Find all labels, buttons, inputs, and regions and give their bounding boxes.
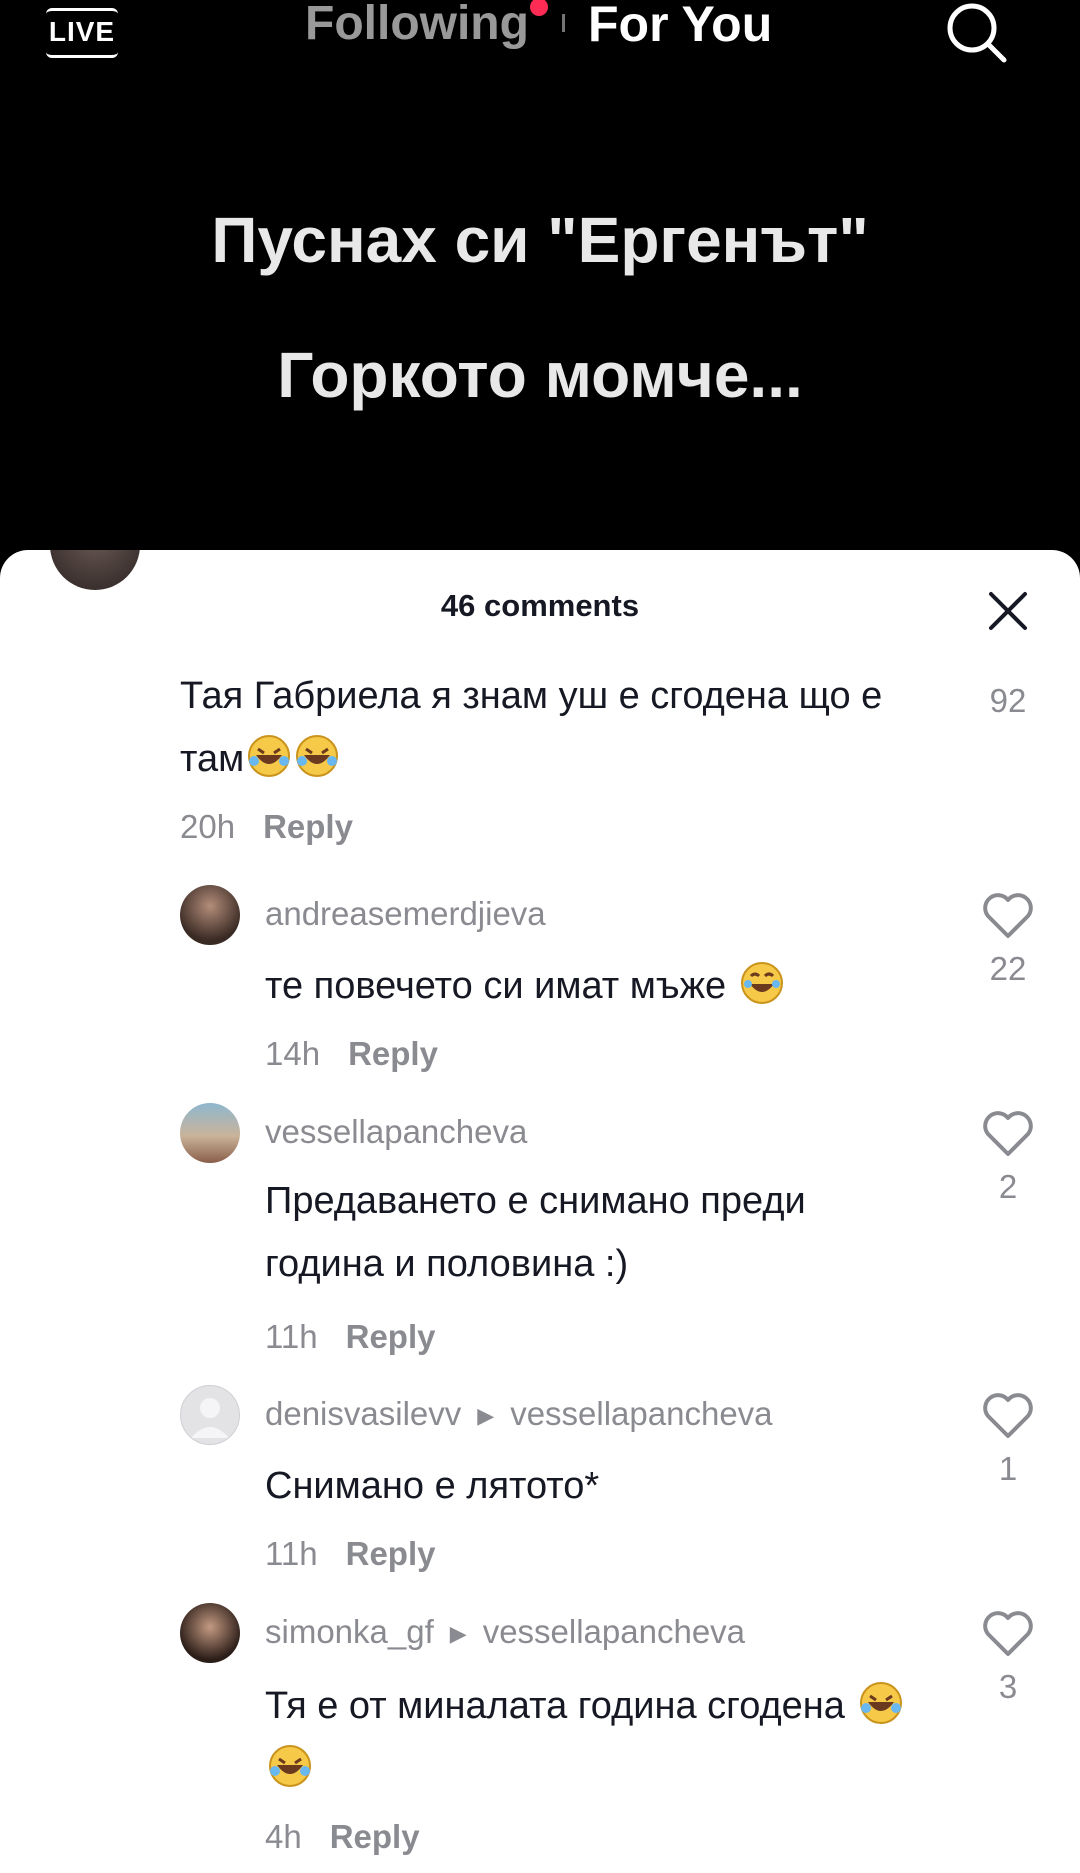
reply-button[interactable]: Reply: [330, 1818, 420, 1855]
like-count: 92: [989, 682, 1027, 719]
comment-username: denisvasilevv ▶ vessellapancheva: [265, 1395, 773, 1433]
avatar[interactable]: [180, 1385, 240, 1445]
avatar[interactable]: [180, 1603, 240, 1663]
avatar[interactable]: [180, 885, 240, 945]
comment-time: 11h: [265, 1535, 318, 1572]
comments-sheet: 46 comments Тая Габриела я знам уш е сго…: [0, 550, 1080, 1873]
tears-of-joy-emoji-icon: [740, 962, 783, 1004]
heart-icon[interactable]: [980, 1108, 1036, 1158]
comment-username[interactable]: andreasemerdjieva: [265, 895, 546, 933]
comment-username: simonka_gf ▶ vessellapancheva: [265, 1613, 745, 1651]
reply-button[interactable]: Reply: [348, 1035, 438, 1072]
comments-count-title: 46 comments: [440, 588, 640, 623]
laughing-emoji-icon: [248, 735, 291, 777]
tab-divider: [562, 14, 565, 32]
comment-username[interactable]: vessellapancheva: [265, 1113, 527, 1151]
tab-following[interactable]: Following: [305, 0, 529, 54]
comment-time: 20h: [180, 808, 236, 845]
reply-arrow-icon: ▶: [477, 1403, 495, 1429]
comment-time: 11h: [265, 1318, 318, 1355]
comment-time: 14h: [265, 1035, 321, 1072]
heart-icon[interactable]: [980, 1608, 1036, 1658]
comment-text: те повечето си имат мъже: [265, 955, 905, 1018]
avatar[interactable]: [180, 1103, 240, 1163]
heart-icon[interactable]: [980, 890, 1036, 940]
laughing-emoji-icon: [269, 1745, 311, 1787]
reply-to-username[interactable]: vessellapancheva: [483, 1613, 745, 1650]
reply-button[interactable]: Reply: [346, 1535, 436, 1572]
like-count: 3: [998, 1668, 1018, 1705]
comment-meta: 20h Reply: [180, 808, 353, 846]
comment-text: Тая Габриела я знам уш е сгодена що е та…: [180, 675, 883, 780]
close-icon[interactable]: [985, 588, 1031, 634]
default-avatar-icon: [191, 1398, 229, 1438]
comment-meta: 4h Reply: [265, 1818, 420, 1856]
reply-button[interactable]: Reply: [346, 1318, 436, 1355]
comment-username-author[interactable]: denisvasilevv: [265, 1395, 461, 1432]
laughing-emoji-icon: [296, 735, 339, 777]
comment-text: Предаването е снимано преди година и пол…: [265, 1180, 806, 1285]
comment-meta: 14h Reply: [265, 1035, 438, 1073]
top-nav: LIVE Following For You: [0, 0, 1080, 70]
like-count: 2: [998, 1168, 1018, 1205]
avatar[interactable]: [50, 550, 140, 590]
notification-dot: [530, 0, 548, 16]
video-caption-line-2: Горкото момче...: [277, 339, 803, 411]
comment-username-author[interactable]: simonka_gf: [265, 1613, 434, 1650]
comment-time: 4h: [265, 1818, 302, 1855]
laughing-emoji-icon: [859, 1682, 902, 1724]
comment-text: Тя е от миналата година сгодена: [265, 1675, 925, 1801]
reply-button[interactable]: Reply: [263, 808, 353, 845]
video-caption-line-1: Пуснах си "Ергенът": [211, 204, 869, 276]
comment-meta: 11h Reply: [265, 1318, 436, 1356]
comment-meta: 11h Reply: [265, 1535, 436, 1573]
comment-text: Снимано е лятото*: [265, 1465, 600, 1507]
like-count: 1: [998, 1450, 1018, 1487]
reply-to-username[interactable]: vessellapancheva: [510, 1395, 772, 1432]
heart-icon[interactable]: [980, 1390, 1036, 1440]
tab-for-you[interactable]: For You: [588, 0, 772, 54]
like-count: 22: [989, 950, 1027, 987]
search-icon[interactable]: [940, 0, 1010, 64]
live-button[interactable]: LIVE: [46, 8, 118, 58]
reply-arrow-icon: ▶: [449, 1621, 467, 1647]
live-label: LIVE: [48, 16, 116, 47]
